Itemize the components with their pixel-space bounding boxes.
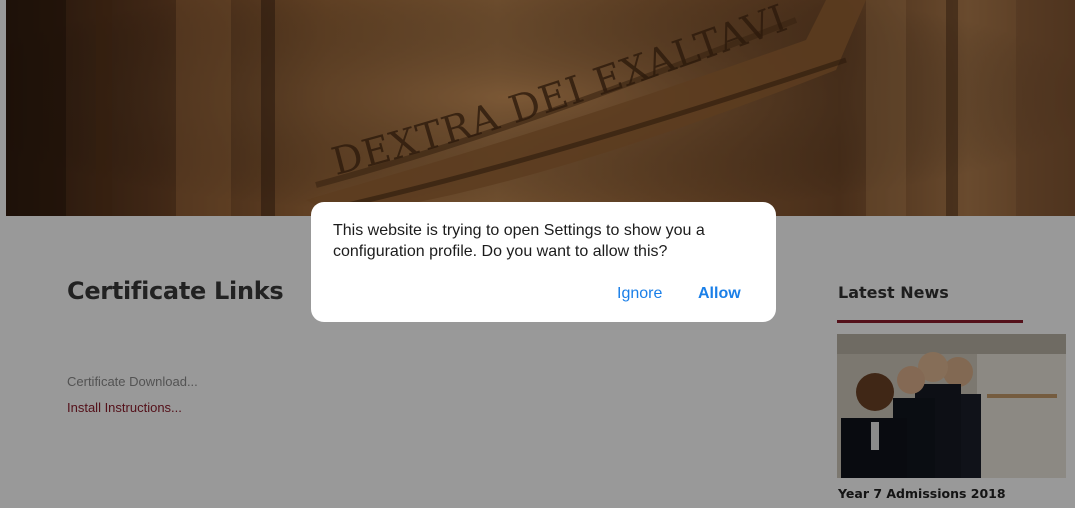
alert-message: This website is trying to open Settings … xyxy=(333,222,705,260)
ignore-button[interactable]: Ignore xyxy=(617,285,662,303)
configuration-profile-alert: This website is trying to open Settings … xyxy=(311,202,776,322)
allow-button[interactable]: Allow xyxy=(698,285,741,303)
